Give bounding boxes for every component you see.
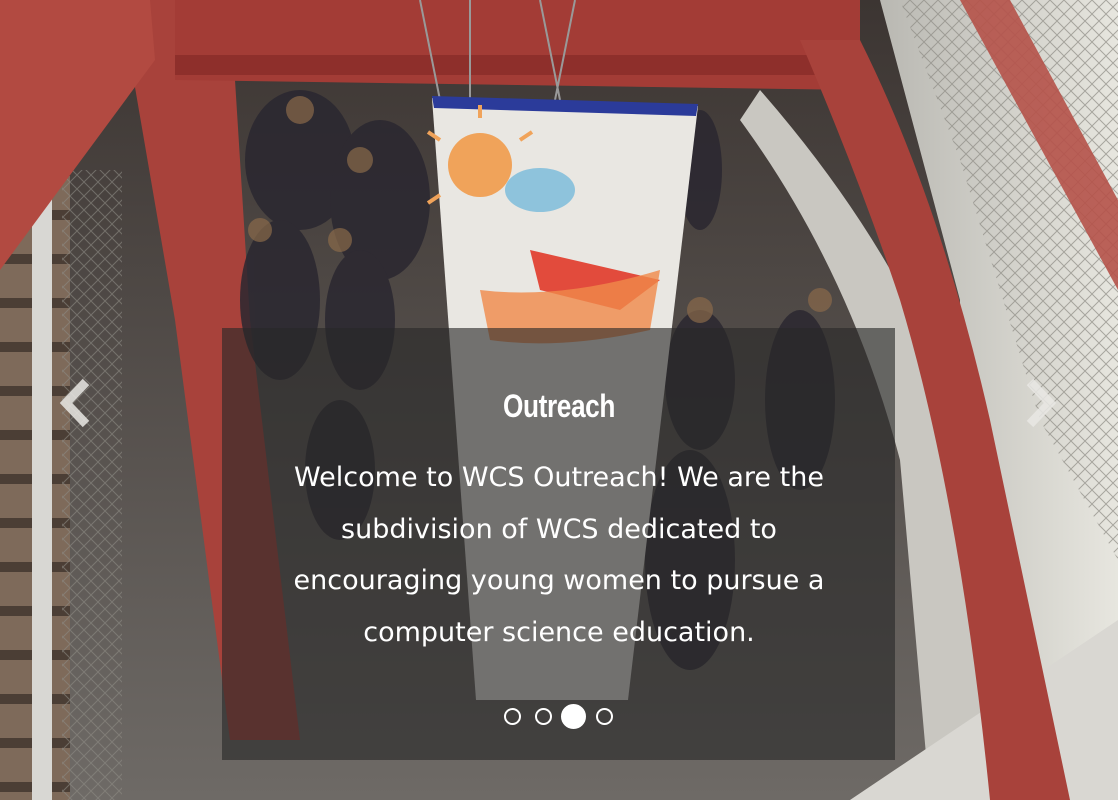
carousel-indicator-1[interactable] (504, 708, 521, 725)
image-carousel: Outreach Welcome to WCS Outreach! We are… (0, 0, 1118, 800)
carousel-prev-button[interactable] (56, 376, 100, 430)
slide-description: Welcome to WCS Outreach! We are the subd… (293, 462, 825, 648)
carousel-indicator-3[interactable] (561, 704, 586, 729)
carousel-indicators (0, 704, 1118, 731)
slide-title: Outreach (503, 388, 615, 424)
chevron-left-icon (59, 378, 90, 428)
carousel-indicator-2[interactable] (535, 708, 552, 725)
chevron-right-icon (1026, 378, 1057, 428)
carousel-next-button[interactable] (1016, 376, 1060, 430)
carousel-indicator-4[interactable] (596, 708, 613, 725)
